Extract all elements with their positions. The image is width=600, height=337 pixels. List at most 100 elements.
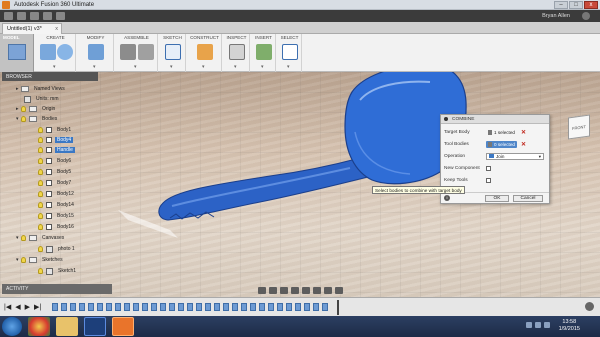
extrude-icon[interactable] <box>57 44 73 60</box>
select-icon[interactable] <box>282 44 298 60</box>
cancel-button[interactable]: Cancel <box>513 195 543 202</box>
timeline-feature[interactable] <box>142 303 148 311</box>
timeline-feature[interactable] <box>250 303 256 311</box>
timeline-settings-icon[interactable] <box>585 302 594 311</box>
timeline-feature[interactable] <box>232 303 238 311</box>
tree-row-body7[interactable]: Body7 <box>38 178 73 188</box>
chevron-down-icon[interactable]: ▾ <box>170 64 173 70</box>
keep-tools-checkbox[interactable] <box>486 177 491 183</box>
start-button[interactable] <box>2 317 22 336</box>
tool-bodies-selector[interactable]: 0 selected <box>486 140 517 148</box>
ribbon-group-insert[interactable]: INSERT ▾ <box>252 34 276 72</box>
timeline-prev-icon[interactable]: ◀ <box>15 303 20 311</box>
ribbon-group-sketch[interactable]: SKETCH ▾ <box>160 34 186 72</box>
target-body-selector[interactable]: 1 selected <box>486 129 517 136</box>
tree-row-body14[interactable]: Body14 <box>38 200 76 210</box>
activity-panel-header[interactable]: ACTIVITY <box>2 284 112 294</box>
tree-row-body12[interactable]: Body12 <box>38 189 76 199</box>
display-settings-icon[interactable] <box>313 286 321 294</box>
timeline-feature[interactable] <box>214 303 220 311</box>
timeline-feature[interactable] <box>277 303 283 311</box>
save-icon[interactable] <box>30 12 39 20</box>
tree-row-handle[interactable]: Handle <box>38 145 75 155</box>
volume-icon[interactable] <box>535 322 541 328</box>
timeline-feature[interactable] <box>133 303 139 311</box>
tree-row-body6[interactable]: Body6 <box>38 156 73 166</box>
chevron-down-icon[interactable]: ▾ <box>287 64 290 70</box>
timeline-feature[interactable] <box>286 303 292 311</box>
user-name[interactable]: Bryan Allen <box>542 13 570 19</box>
tree-row-sketches[interactable]: ▾ Sketches <box>16 255 65 265</box>
visibility-bulb-icon[interactable] <box>38 127 43 133</box>
visibility-bulb-icon[interactable] <box>38 147 43 153</box>
visibility-bulb-icon[interactable] <box>38 158 43 164</box>
chevron-down-icon[interactable]: ▾ <box>234 64 237 70</box>
timeline-feature[interactable] <box>205 303 211 311</box>
zoom-icon[interactable] <box>291 286 299 294</box>
clear-target-body-icon[interactable]: ✕ <box>521 129 526 136</box>
close-button[interactable]: x <box>584 1 598 9</box>
timeline-feature[interactable] <box>106 303 112 311</box>
timeline-feature[interactable] <box>115 303 121 311</box>
timeline-start-icon[interactable]: |◀ <box>4 303 11 311</box>
visibility-bulb-icon[interactable] <box>38 169 43 175</box>
timeline-feature[interactable] <box>124 303 130 311</box>
timeline-feature[interactable] <box>52 303 58 311</box>
visibility-bulb-icon[interactable] <box>38 202 43 208</box>
chevron-down-icon[interactable]: ▾ <box>202 64 205 70</box>
visibility-bulb-icon[interactable] <box>38 191 43 197</box>
look-at-icon[interactable] <box>269 286 277 294</box>
offset-plane-icon[interactable] <box>197 44 213 60</box>
network-icon[interactable] <box>526 322 532 328</box>
chevron-down-icon[interactable]: ▾ <box>134 64 137 70</box>
timeline-feature[interactable] <box>322 303 328 311</box>
pan-icon[interactable] <box>280 286 288 294</box>
photoshop-icon[interactable] <box>84 317 106 336</box>
visibility-bulb-icon[interactable] <box>21 257 26 263</box>
visibility-bulb-icon[interactable] <box>38 246 43 252</box>
joint-icon[interactable] <box>120 44 136 60</box>
viewports-icon[interactable] <box>335 286 343 294</box>
tree-row-body5[interactable]: Body5 <box>38 167 73 177</box>
press-pull-icon[interactable] <box>88 44 104 60</box>
clear-tool-bodies-icon[interactable]: ✕ <box>521 141 526 148</box>
timeline-feature[interactable] <box>187 303 193 311</box>
undo-icon[interactable] <box>43 12 52 20</box>
tree-row-photo1[interactable]: photo 1 <box>38 244 77 254</box>
timeline-feature[interactable] <box>169 303 175 311</box>
timeline-feature[interactable] <box>304 303 310 311</box>
tree-row-body4[interactable]: Body4 <box>38 135 74 145</box>
timeline-feature[interactable] <box>160 303 166 311</box>
timeline-feature[interactable] <box>97 303 103 311</box>
timeline-feature[interactable] <box>259 303 265 311</box>
ribbon-group-select[interactable]: SELECT ▾ <box>278 34 302 72</box>
data-panel-icon[interactable] <box>4 12 13 20</box>
ribbon-group-create[interactable]: CREATE ▾ <box>36 34 76 72</box>
ribbon-group-modify[interactable]: MODIFY ▾ <box>78 34 114 72</box>
tree-row-origin[interactable]: ▸ Origin <box>16 104 57 114</box>
info-icon[interactable]: i <box>444 195 450 201</box>
tree-row-sketch1[interactable]: Sketch1 <box>38 266 78 276</box>
taskbar-clock[interactable]: 13:58 1/9/2015 <box>559 319 580 333</box>
timeline-feature[interactable] <box>196 303 202 311</box>
fusion-taskbar-icon[interactable] <box>112 317 134 336</box>
visibility-bulb-icon[interactable] <box>38 268 43 274</box>
ribbon-group-construct[interactable]: CONSTRUCT ▾ <box>188 34 222 72</box>
browser-header[interactable]: BROWSER <box>2 72 98 81</box>
as-built-joint-icon[interactable] <box>138 44 154 60</box>
minimize-button[interactable]: – <box>554 1 568 9</box>
timeline-marker[interactable] <box>337 300 339 315</box>
timeline-feature[interactable] <box>223 303 229 311</box>
tree-row-canvases[interactable]: ▾ Canvases <box>16 233 66 243</box>
new-component-checkbox[interactable] <box>486 165 491 171</box>
tree-row-body16[interactable]: Body16 <box>38 222 76 232</box>
timeline-feature[interactable] <box>241 303 247 311</box>
sketch-icon[interactable] <box>165 44 181 60</box>
timeline-feature[interactable] <box>295 303 301 311</box>
visibility-bulb-icon[interactable] <box>38 224 43 230</box>
timeline-feature[interactable] <box>70 303 76 311</box>
timeline-end-icon[interactable]: ▶| <box>34 303 41 311</box>
timeline-feature[interactable] <box>151 303 157 311</box>
box-icon[interactable] <box>40 44 56 60</box>
visibility-bulb-icon[interactable] <box>21 106 26 112</box>
